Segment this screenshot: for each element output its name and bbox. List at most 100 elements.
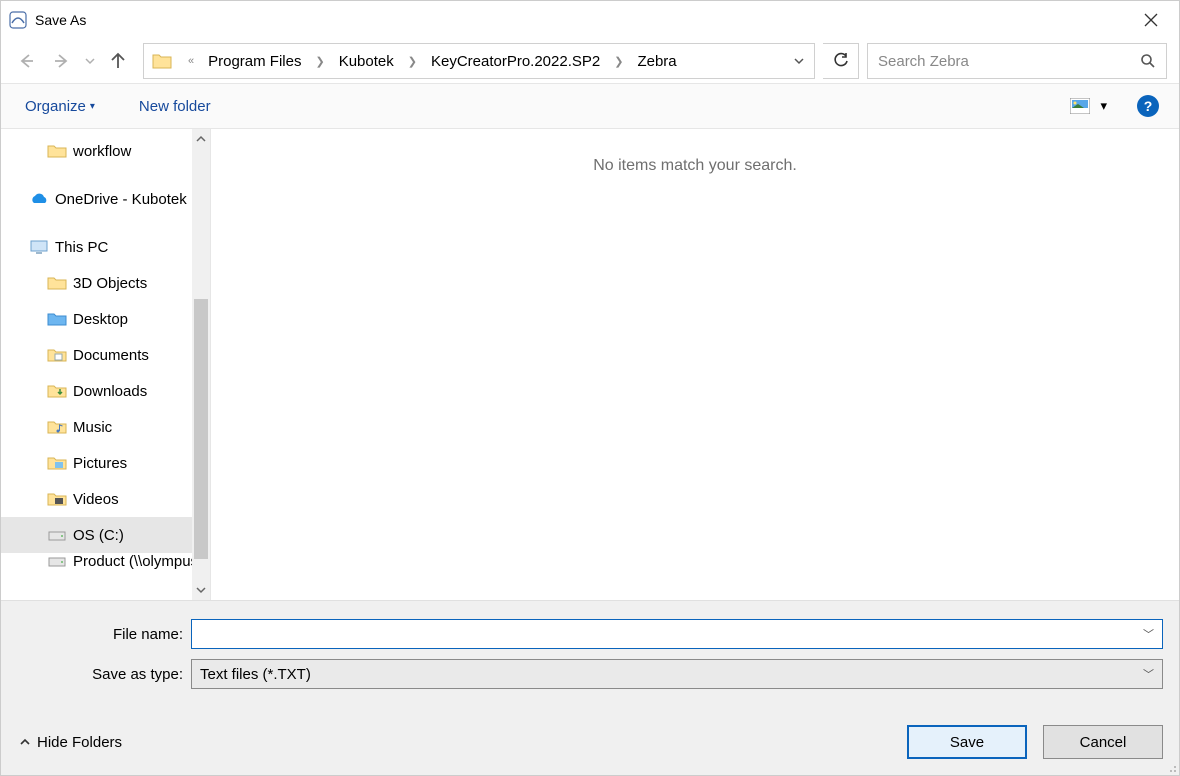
tree-item[interactable]: Documents [1,337,210,373]
file-list[interactable]: No items match your search. [211,129,1179,600]
tree-item[interactable]: Desktop [1,301,210,337]
tree-item-label: Pictures [73,455,127,472]
toolbar: Organize▾ New folder ▾ ? [1,83,1179,129]
tree-item-label: Documents [73,347,149,364]
chevron-up-icon [19,736,31,748]
chevron-up-icon [196,134,206,144]
tree-item[interactable]: OneDrive - Kubotek [1,181,210,217]
music-icon [47,419,65,435]
filename-combo[interactable]: ﹀ [191,619,1163,649]
breadcrumb-item[interactable]: Program Files [204,50,305,73]
tree-scrollbar[interactable] [192,129,210,600]
save-as-type-label: Save as type: [11,666,191,683]
resize-grip[interactable] [1165,761,1177,773]
videos-icon [47,491,65,507]
search-box[interactable] [867,43,1167,79]
tree-item-label: OneDrive - Kubotek [55,191,187,208]
docs-icon [47,347,65,363]
arrow-left-icon [16,51,36,71]
tree-item[interactable]: 3D Objects [1,265,210,301]
close-button[interactable] [1131,5,1171,35]
tree-item-label: Downloads [73,383,147,400]
titlebar: Save As [1,1,1179,39]
folder-icon [152,52,172,70]
refresh-icon [832,52,850,70]
empty-message: No items match your search. [593,157,797,175]
chevron-down-icon[interactable]: ﹀ [1143,626,1154,642]
arrow-right-icon [52,51,72,71]
recent-dropdown[interactable] [81,44,99,78]
tree-item[interactable]: Product (\\olympus) [1,553,210,575]
tree-item-label: 3D Objects [73,275,147,292]
pictures-icon [47,455,65,471]
forward-button[interactable] [45,44,79,78]
chevron-right-icon: ❯ [614,55,623,68]
breadcrumb-item[interactable]: Kubotek [335,50,398,73]
drive-icon [47,527,65,543]
tree-item-label: Desktop [73,311,128,328]
chevron-down-icon [196,585,206,595]
body: workflow OneDrive - Kubotek This PC 3D Obje… [1,129,1179,600]
organize-button[interactable]: Organize▾ [21,94,99,119]
view-options-button[interactable]: ▾ [1070,98,1107,114]
scrollbar-thumb[interactable] [194,299,208,559]
tree-item-label: Product (\\olympus) [73,553,203,570]
cancel-button[interactable]: Cancel [1043,725,1163,759]
tree-item[interactable]: Videos [1,481,210,517]
folder-icon [47,275,65,291]
tree-item[interactable]: Pictures [1,445,210,481]
scroll-up-button[interactable] [192,129,210,149]
pc-icon [29,239,47,255]
back-button[interactable] [9,44,43,78]
arrow-up-icon [108,51,128,71]
save-button[interactable]: Save [907,725,1027,759]
tree-item[interactable]: workflow [1,133,210,169]
chevron-down-icon [794,56,804,66]
address-bar[interactable]: « Program Files ❯ Kubotek ❯ KeyCreatorPr… [143,43,815,79]
hide-folders-button[interactable]: Hide Folders [19,734,122,751]
tree-item[interactable]: OS (C:) [1,517,210,553]
tree-item-label: workflow [73,143,131,160]
onedrive-icon [29,191,47,207]
scroll-down-button[interactable] [192,580,210,600]
tree-item-label: This PC [55,239,108,256]
bottom-panel: File name: ﹀ Save as type: Text files (*… [1,600,1179,775]
app-icon [9,11,27,29]
save-as-type-combo[interactable]: Text files (*.TXT) ﹀ [191,659,1163,689]
downloads-icon [47,383,65,399]
filename-label: File name: [11,626,191,643]
tree-item[interactable]: Music [1,409,210,445]
folder-icon [47,143,65,159]
save-as-dialog: Save As « Program Files ❯ Kubotek ❯ KeyC… [0,0,1180,776]
chevron-down-icon [85,56,95,66]
refresh-button[interactable] [823,43,859,79]
close-icon [1144,13,1158,27]
search-input[interactable] [878,53,1140,70]
breadcrumb-overflow[interactable]: « [188,55,194,67]
new-folder-button[interactable]: New folder [135,94,215,119]
search-icon[interactable] [1140,53,1156,69]
address-history-dropdown[interactable] [788,56,810,66]
drive-icon [47,553,65,569]
filename-input[interactable] [200,626,1143,643]
chevron-right-icon: ❯ [315,55,324,68]
breadcrumb-item[interactable]: KeyCreatorPro.2022.SP2 [427,50,604,73]
tree-item[interactable]: Downloads [1,373,210,409]
navigation-tree[interactable]: workflow OneDrive - Kubotek This PC 3D Obje… [1,129,211,600]
tree-item-label: OS (C:) [73,527,124,544]
chevron-down-icon: ▾ [90,101,95,112]
nav-row: « Program Files ❯ Kubotek ❯ KeyCreatorPr… [1,39,1179,83]
breadcrumb-item[interactable]: Zebra [633,50,680,73]
help-button[interactable]: ? [1137,95,1159,117]
chevron-right-icon: ❯ [408,55,417,68]
picture-icon [1070,98,1090,114]
chevron-down-icon: ▾ [1100,98,1107,114]
up-button[interactable] [101,44,135,78]
tree-item-label: Videos [73,491,119,508]
window-title: Save As [35,12,86,28]
folder-blue-icon [47,311,65,327]
save-as-type-value: Text files (*.TXT) [200,666,1143,683]
tree-item[interactable]: This PC [1,229,210,265]
chevron-down-icon[interactable]: ﹀ [1143,666,1154,682]
tree-item-label: Music [73,419,112,436]
